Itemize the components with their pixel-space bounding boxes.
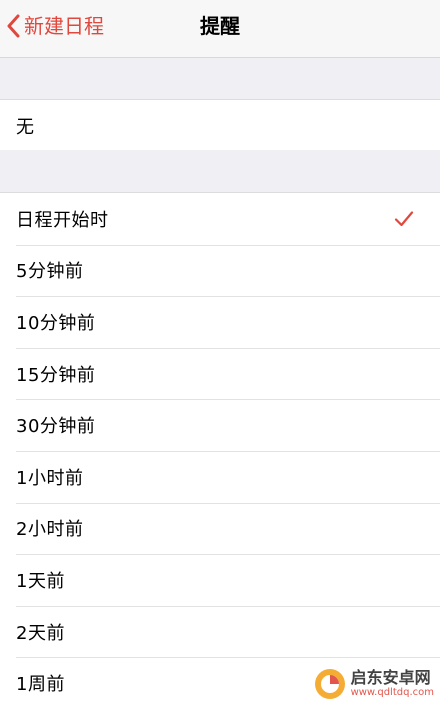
checkmark-icon [394,211,414,226]
option-label: 15分钟前 [16,364,96,386]
option-1-hour[interactable]: 1小时前 [0,450,440,503]
back-label: 新建日程 [24,14,104,38]
option-label: 10分钟前 [16,312,96,334]
option-5-min[interactable]: 5分钟前 [0,244,440,297]
watermark-logo-icon [314,669,345,699]
option-label: 无 [16,116,35,138]
navigation-bar: 新建日程 提醒 [0,0,440,58]
back-button[interactable]: 新建日程 [6,10,104,42]
option-15-min[interactable]: 15分钟前 [0,347,440,400]
watermark-title: 启东安卓网 [350,668,431,687]
option-label: 1周前 [16,674,65,696]
option-10-min[interactable]: 10分钟前 [0,296,440,348]
reminder-screen: 新建日程 提醒 无 日程开始时 5分钟前 10分钟前 15分钟前 30分钟前 1… [0,0,440,705]
option-label: 5分钟前 [16,261,84,283]
option-2-hours[interactable]: 2小时前 [0,502,440,555]
option-label: 1天前 [16,570,65,592]
option-label: 30分钟前 [16,416,96,438]
option-label: 1小时前 [16,467,84,489]
option-label: 2小时前 [16,519,84,541]
option-30-min[interactable]: 30分钟前 [0,399,440,451]
none-section: 无 [0,99,440,150]
reminder-options-list: 日程开始时 5分钟前 10分钟前 15分钟前 30分钟前 1小时前 2小时前 1… [0,192,440,705]
watermark-url: www.qdltdq.com [350,687,434,698]
option-1-day[interactable]: 1天前 [0,554,440,606]
option-label: 日程开始时 [16,209,109,231]
chevron-left-icon [7,14,20,38]
option-2-days[interactable]: 2天前 [0,605,440,658]
option-at-start[interactable]: 日程开始时 [0,193,440,245]
watermark: 启东安卓网 www.qdltdq.com [313,667,434,701]
option-label: 2天前 [16,622,65,644]
option-none[interactable]: 无 [0,100,440,151]
